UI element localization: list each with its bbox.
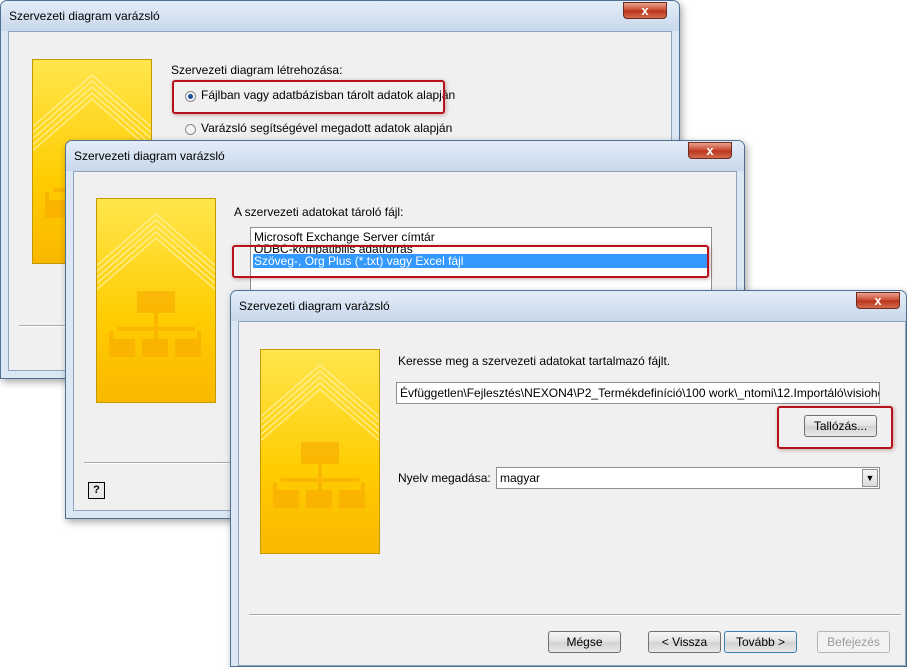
help-icon: ? (93, 484, 100, 496)
radio-from-file[interactable] (185, 91, 196, 102)
browse-button[interactable]: Tallózás... (804, 415, 877, 437)
dialog-3-close-button[interactable]: x (856, 292, 900, 309)
source-file-prompt: A szervezeti adatokat tároló fájl: (234, 205, 404, 219)
language-label: Nyelv megadása: (398, 471, 491, 485)
radio-wizard-entry[interactable] (185, 124, 196, 135)
dialog-3-separator (249, 614, 901, 616)
close-icon: x (706, 143, 714, 158)
cancel-button[interactable]: Mégse (548, 631, 621, 653)
list-item-text-excel[interactable]: Szöveg-, Org Plus (*.txt) vagy Excel fáj… (253, 254, 709, 268)
help-button[interactable]: ? (88, 482, 105, 499)
file-path-field[interactable]: Évfüggetlen\Fejlesztés\NEXON4\P2_Termékd… (396, 382, 880, 404)
dialog-2-separator (84, 462, 234, 464)
dialog-3-title: Szervezeti diagram varázsló (239, 299, 390, 313)
back-button[interactable]: < Vissza (648, 631, 721, 653)
wizard-dialog-3: Szervezeti diagram varázsló x Keresse me… (230, 290, 907, 667)
wizard-art-image (96, 198, 216, 403)
dialog-3-titlebar[interactable]: Szervezeti diagram varázsló x (231, 291, 906, 321)
close-icon: x (874, 293, 882, 308)
dialog-1-close-button[interactable]: x (623, 2, 667, 19)
dialog-2-title: Szervezeti diagram varázsló (74, 149, 225, 163)
dialog-1-titlebar[interactable]: Szervezeti diagram varázsló x (1, 1, 679, 31)
dialog-1-title: Szervezeti diagram varázsló (9, 9, 160, 23)
dialog-3-client: Keresse meg a szervezeti adatokat tartal… (238, 321, 906, 666)
wizard-art-image (260, 349, 380, 554)
language-select-value: magyar (500, 471, 541, 485)
finish-button: Befejezés (817, 631, 890, 653)
dialog-2-titlebar[interactable]: Szervezeti diagram varázsló x (66, 141, 744, 171)
close-icon: x (641, 3, 649, 18)
chevron-down-icon[interactable]: ▼ (862, 469, 878, 487)
next-button[interactable]: Tovább > (724, 631, 797, 653)
radio-wizard-entry-label[interactable]: Varázsló segítségével megadott adatok al… (201, 121, 452, 135)
language-select[interactable]: magyar ▼ (496, 467, 880, 489)
radio-from-file-label[interactable]: Fájlban vagy adatbázisban tárolt adatok … (201, 88, 455, 102)
create-prompt: Szervezeti diagram létrehozása: (171, 63, 343, 77)
dialog-2-close-button[interactable]: x (688, 142, 732, 159)
locate-file-prompt: Keresse meg a szervezeti adatokat tartal… (398, 354, 671, 368)
